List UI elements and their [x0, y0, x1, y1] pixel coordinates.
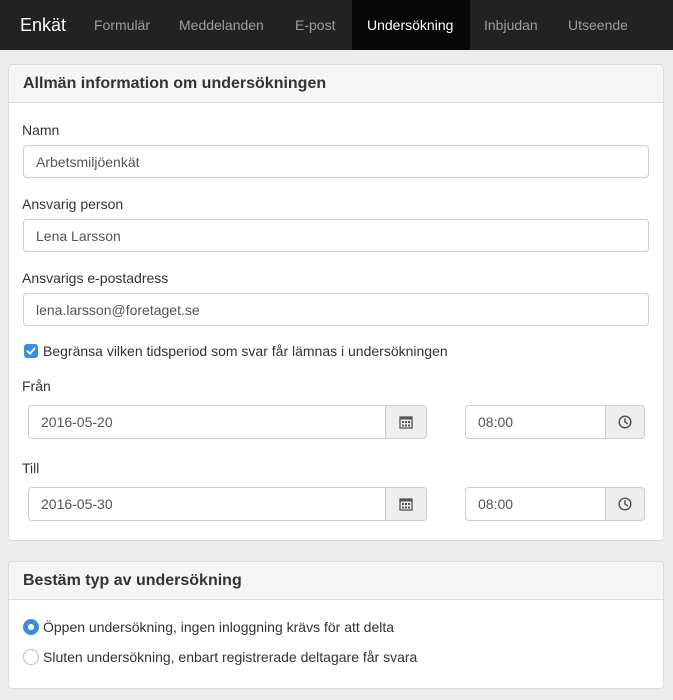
general-info-panel: Allmän information om undersökningen Nam… — [8, 64, 664, 541]
person-label: Ansvarig person — [22, 196, 124, 212]
email-label: Ansvarigs e-postadress — [22, 270, 169, 286]
from-date-field[interactable]: 2016-05-20 — [28, 405, 386, 439]
calendar-icon — [399, 498, 413, 511]
from-time-field[interactable]: 08:00 — [465, 405, 606, 439]
to-date-picker-button[interactable] — [385, 487, 427, 521]
name-field[interactable]: Arbetsmiljöenkät — [23, 145, 649, 178]
closed-survey-radio[interactable] — [23, 649, 39, 665]
to-time-field[interactable]: 08:00 — [465, 487, 606, 521]
name-field-value: Arbetsmiljöenkät — [36, 153, 140, 170]
survey-type-panel: Bestäm typ av undersökning Öppen undersö… — [8, 561, 664, 689]
general-info-heading: Allmän information om undersökningen — [9, 65, 663, 103]
survey-type-heading: Bestäm typ av undersökning — [9, 562, 663, 600]
to-time-picker-button[interactable] — [605, 487, 645, 521]
email-field[interactable]: lena.larsson@foretaget.se — [23, 293, 649, 326]
tab-epost[interactable]: E-post — [281, 0, 349, 50]
from-date-picker-button[interactable] — [385, 405, 427, 439]
limit-period-checkbox[interactable] — [24, 344, 38, 358]
tab-undersokning[interactable]: Undersökning — [352, 0, 470, 50]
open-survey-radio[interactable] — [23, 619, 39, 635]
closed-survey-label[interactable]: Sluten undersökning, enbart registrerade… — [43, 649, 417, 665]
tab-inbjudan[interactable]: Inbjudan — [470, 0, 552, 50]
top-navbar: Enkät Formulär Meddelanden E-post Unders… — [0, 0, 673, 50]
to-time-value: 08:00 — [478, 496, 514, 512]
to-label: Till — [22, 460, 40, 476]
tab-formular[interactable]: Formulär — [80, 0, 164, 50]
from-time-picker-button[interactable] — [605, 405, 645, 439]
email-field-value: lena.larsson@foretaget.se — [36, 301, 200, 318]
person-field-value: Lena Larsson — [36, 227, 121, 244]
tab-meddelanden[interactable]: Meddelanden — [165, 0, 278, 50]
from-time-value: 08:00 — [478, 414, 514, 430]
clock-icon — [618, 497, 632, 511]
tab-utseende[interactable]: Utseende — [554, 0, 642, 50]
open-survey-label[interactable]: Öppen undersökning, ingen inloggning krä… — [43, 619, 394, 635]
name-label: Namn — [22, 122, 60, 138]
from-date-value: 2016-05-20 — [41, 414, 113, 430]
to-date-value: 2016-05-30 — [41, 496, 113, 512]
clock-icon — [618, 415, 632, 429]
calendar-icon — [399, 416, 413, 429]
brand-title[interactable]: Enkät — [0, 0, 84, 50]
checkmark-icon — [26, 347, 36, 355]
from-label: Från — [22, 378, 51, 394]
person-field[interactable]: Lena Larsson — [23, 219, 649, 252]
to-date-field[interactable]: 2016-05-30 — [28, 487, 386, 521]
limit-period-label[interactable]: Begränsa vilken tidsperiod som svar får … — [43, 343, 448, 359]
